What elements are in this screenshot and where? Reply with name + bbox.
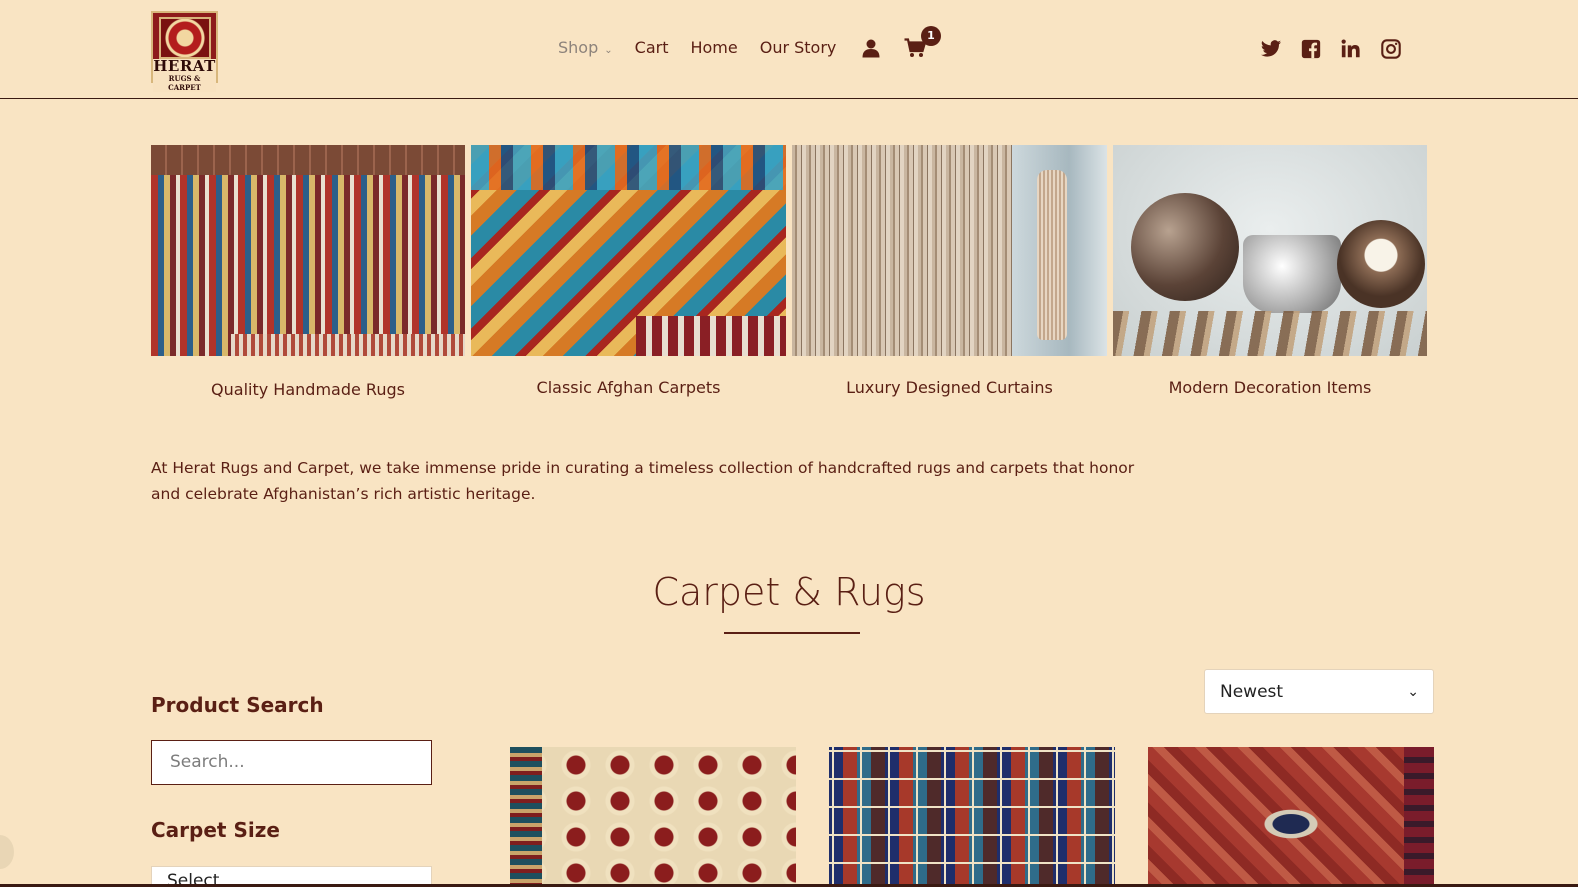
nav-cart[interactable]: Cart xyxy=(635,38,669,57)
logo-line2: RUGS & CARPET xyxy=(168,74,201,92)
main-nav: Shop ⌄ Cart Home Our Story 1 xyxy=(558,26,941,60)
product-search-title: Product Search xyxy=(151,693,324,717)
site-header: HERAT RUGS & CARPET Shop ⌄ Cart Home Our … xyxy=(0,0,1578,99)
category-label-afghan-carpets[interactable]: Classic Afghan Carpets xyxy=(471,378,786,397)
logo-medallion xyxy=(159,17,211,59)
decor-vase xyxy=(1243,235,1341,313)
category-image-decoration[interactable] xyxy=(1113,145,1427,356)
product-image[interactable] xyxy=(829,747,1115,887)
title-underline xyxy=(724,632,860,634)
product-image[interactable] xyxy=(1148,747,1434,887)
logo-text: HERAT RUGS & CARPET xyxy=(153,59,216,92)
carpet-size-title: Carpet Size xyxy=(151,818,280,842)
logo-line1: HERAT xyxy=(153,57,216,75)
section-title: Carpet & Rugs xyxy=(652,570,926,614)
decor-candle-holder xyxy=(1337,220,1425,308)
instagram-icon[interactable] xyxy=(1380,38,1402,60)
scroll-to-top-button[interactable] xyxy=(0,835,14,869)
category-label-curtains[interactable]: Luxury Designed Curtains xyxy=(792,378,1107,397)
category-image-afghan-carpets[interactable] xyxy=(471,145,786,356)
decor-sphere xyxy=(1131,193,1239,301)
decor-leaves xyxy=(1113,311,1427,356)
sort-selected-value: Newest xyxy=(1220,682,1284,702)
nav-shop-label: Shop xyxy=(558,37,599,57)
chevron-down-icon: ⌄ xyxy=(1407,684,1419,700)
cart-count-badge: 1 xyxy=(921,26,941,46)
search-input[interactable]: Search... xyxy=(151,740,432,785)
site-logo[interactable]: HERAT RUGS & CARPET xyxy=(151,11,218,92)
category-image-curtains[interactable] xyxy=(792,145,1107,356)
category-image-handmade-rugs[interactable] xyxy=(151,145,465,356)
nav-home[interactable]: Home xyxy=(690,38,737,57)
user-icon[interactable] xyxy=(861,38,881,58)
category-label-handmade-rugs[interactable]: Quality Handmade Rugs xyxy=(151,380,465,399)
facebook-icon[interactable] xyxy=(1300,38,1322,60)
category-label-decoration[interactable]: Modern Decoration Items xyxy=(1113,378,1427,397)
product-image[interactable] xyxy=(510,747,796,887)
chevron-down-icon: ⌄ xyxy=(604,44,613,56)
sort-select[interactable]: Newest ⌄ xyxy=(1204,669,1434,714)
twitter-icon[interactable] xyxy=(1260,38,1282,60)
linkedin-icon[interactable] xyxy=(1340,38,1362,60)
intro-paragraph: At Herat Rugs and Carpet, we take immens… xyxy=(151,459,1135,503)
nav-shop[interactable]: Shop ⌄ xyxy=(558,38,613,57)
nav-our-story[interactable]: Our Story xyxy=(760,38,837,57)
